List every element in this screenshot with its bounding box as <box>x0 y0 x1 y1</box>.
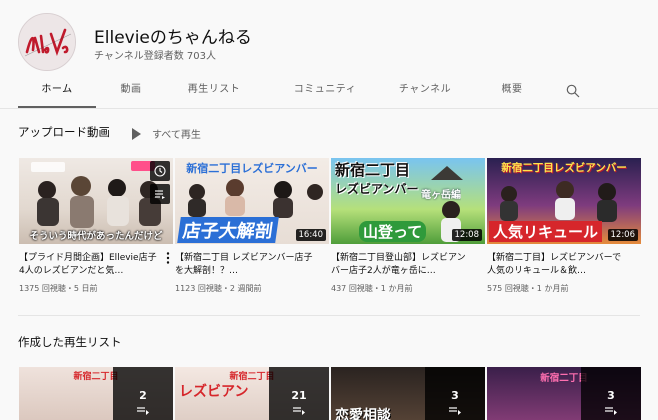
video-duration: 16:40 <box>295 229 326 241</box>
playlist-video-count: 2 <box>139 389 147 402</box>
playlist-card[interactable]: 新宿二丁目 2 <box>19 367 173 420</box>
playlist-video-count: 3 <box>451 389 459 402</box>
video-meta: 1123 回視聴・2 週間前 <box>175 284 262 293</box>
more-options-icon[interactable] <box>163 251 173 265</box>
video-title[interactable]: 【新宿二丁目登山部】レズビアンバー店子2人が竜ヶ岳に… <box>331 252 485 278</box>
channel-tabs: ホーム 動画 再生リスト コミュニティ チャンネル 概要 <box>18 78 548 108</box>
channel-avatar[interactable] <box>18 13 76 71</box>
tab-home[interactable]: ホーム <box>18 78 96 108</box>
playlist-video-count: 21 <box>291 389 307 402</box>
tab-about[interactable]: 概要 <box>476 78 548 108</box>
search-icon[interactable] <box>566 84 580 98</box>
playlist-thumb-text: レズビアン <box>179 384 249 400</box>
thumbnail-caption: 店子大解剖 <box>177 217 279 243</box>
channel-name: Ellevieのちゃんねる <box>94 28 252 48</box>
video-thumbnail[interactable]: 新宿二丁目レズビアンバー 人気リキュール 12:06 <box>487 158 641 244</box>
video-meta: 437 回視聴・1 か月前 <box>331 284 413 293</box>
playlist-thumb-text: 恋愛相談 <box>335 408 391 420</box>
video-card[interactable]: 新宿二丁目 レズビアンバー 竜ヶ岳編 山登って 12:08 【新宿二丁目登山部】… <box>331 158 485 294</box>
hover-actions <box>150 161 170 204</box>
thumbnail-caption: 山登って <box>359 221 427 242</box>
playlist-icon <box>137 407 149 415</box>
playlist-count-overlay: 21 <box>269 367 329 420</box>
tab-playlists[interactable]: 再生リスト <box>166 78 262 108</box>
add-to-queue-icon[interactable] <box>150 184 170 204</box>
playlist-icon <box>605 407 617 415</box>
playlists-section-title[interactable]: 作成した再生リスト <box>18 334 122 350</box>
play-all-button[interactable]: すべて再生 <box>132 126 201 141</box>
video-duration: 12:08 <box>451 229 482 241</box>
video-title[interactable]: 【新宿二丁目 レズビアンバー店子を大解剖！？… <box>175 252 329 278</box>
playlist-count-overlay: 3 <box>425 367 485 420</box>
playlist-count-overlay: 2 <box>113 367 173 420</box>
thumbnail-caption: 人気リキュール <box>489 221 603 242</box>
playlist-video-count: 3 <box>607 389 615 402</box>
tab-videos[interactable]: 動画 <box>96 78 166 108</box>
video-card[interactable]: 新宿二丁目レズビアンバー 人気リキュール 12:06 【新宿二丁目】レズビアンバ… <box>487 158 641 294</box>
video-thumbnail[interactable]: そういう時代があったんだけど <box>19 158 173 244</box>
video-meta: 575 回視聴・1 か月前 <box>487 284 569 293</box>
uploads-section-title[interactable]: アップロード動画 <box>18 124 110 140</box>
section-divider <box>18 315 640 316</box>
video-title[interactable]: 【プライド月間企画】Ellevie店子4人のレズビアンだと気… <box>19 252 173 278</box>
playlist-card[interactable]: 新宿二丁目 レズビアン 21 <box>175 367 329 420</box>
tab-divider <box>0 108 658 109</box>
play-icon <box>132 127 141 140</box>
avatar-logo-icon <box>19 14 75 70</box>
video-thumbnail[interactable]: 新宿二丁目 レズビアンバー 竜ヶ岳編 山登って 12:08 <box>331 158 485 244</box>
play-all-label: すべて再生 <box>152 130 201 141</box>
playlist-card[interactable]: 新宿二丁目 3 <box>487 367 641 420</box>
watch-later-icon[interactable] <box>150 161 170 181</box>
channel-header: Ellevieのちゃんねる チャンネル登録者数 703人 ホーム 動画 再生リス… <box>0 0 658 110</box>
video-meta: 1375 回視聴・5 日前 <box>19 284 98 293</box>
video-thumbnail[interactable]: 新宿二丁目レズビアンバー 店子大解剖 16:40 <box>175 158 329 244</box>
playlist-icon <box>293 407 305 415</box>
video-card[interactable]: そういう時代があったんだけど 【プライド月間企画】Ellevie店子4人のレズビ… <box>19 158 173 294</box>
playlist-icon <box>449 407 461 415</box>
subscriber-count: チャンネル登録者数 703人 <box>94 51 216 62</box>
tab-channels[interactable]: チャンネル <box>378 78 472 108</box>
tab-community[interactable]: コミュニティ <box>274 78 376 108</box>
playlist-count-overlay: 3 <box>581 367 641 420</box>
video-duration: 12:06 <box>607 229 638 241</box>
thumbnail-caption: そういう時代があったんだけど <box>29 231 163 242</box>
playlist-card[interactable]: 恋愛相談 3 <box>331 367 485 420</box>
video-title[interactable]: 【新宿二丁目】レズビアンバーで人気のリキュール＆飲… <box>487 252 641 278</box>
video-card[interactable]: 新宿二丁目レズビアンバー 店子大解剖 16:40 【新宿二丁目 レズビアンバー店… <box>175 158 329 294</box>
